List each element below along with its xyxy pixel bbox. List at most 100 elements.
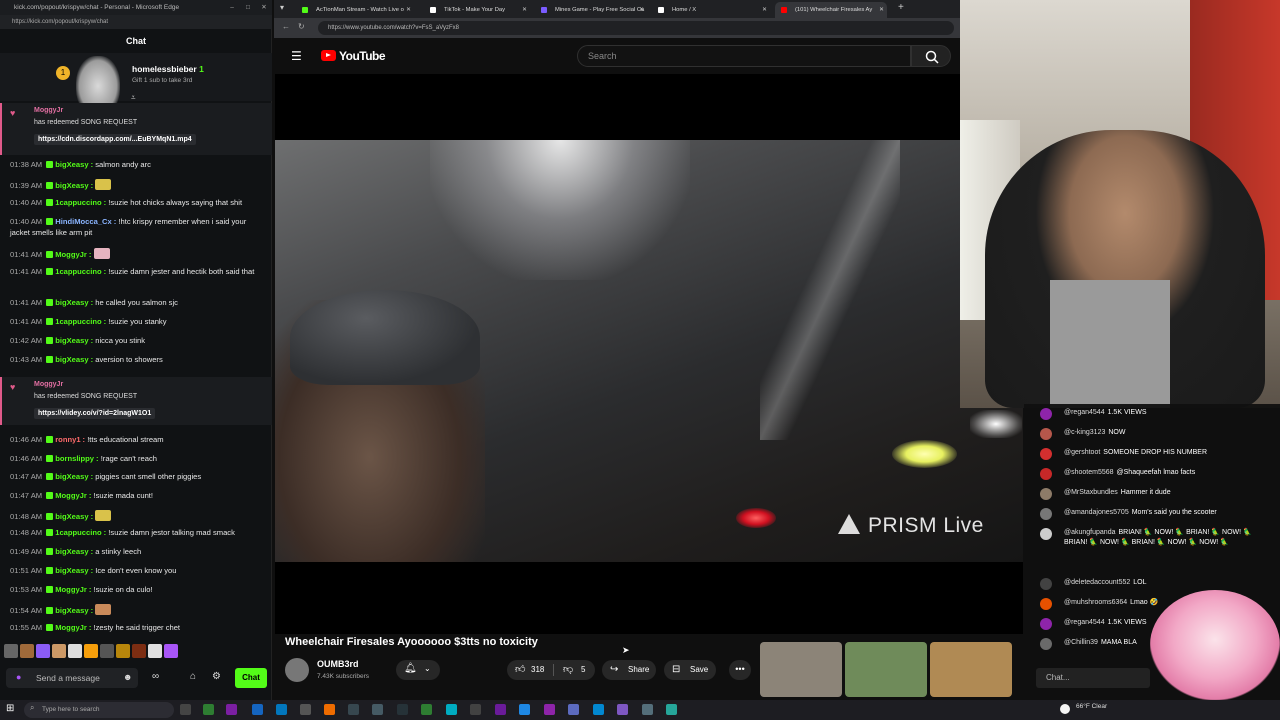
chat-send-button[interactable]: Chat bbox=[235, 668, 267, 688]
taskbar-app-icon[interactable] bbox=[642, 704, 653, 715]
message-username[interactable]: bigXeasy bbox=[55, 547, 88, 556]
youtube-logo-icon[interactable] bbox=[321, 50, 336, 61]
notification-bell-button[interactable]: 🔔︎ ⌄ bbox=[396, 660, 440, 680]
more-options-button[interactable]: ••• bbox=[729, 660, 751, 680]
yt-chat-username[interactable]: @akungfupanda bbox=[1064, 529, 1115, 536]
redeem-link[interactable]: https://cdn.discordapp.com/...EuBYMqN1.m… bbox=[34, 134, 196, 145]
taskbar-app-icon[interactable] bbox=[372, 704, 383, 715]
yt-chat-username[interactable]: @Chillin39 bbox=[1064, 639, 1098, 646]
taskbar-app-icon[interactable] bbox=[446, 704, 457, 715]
tab-close-icon[interactable]: ✕ bbox=[879, 2, 884, 18]
message-username[interactable]: 1cappuccino bbox=[55, 267, 101, 276]
emote-icon[interactable] bbox=[132, 644, 146, 658]
yt-chat-username[interactable]: @gershtoot bbox=[1064, 449, 1100, 456]
address-bar[interactable]: https://www.youtube.com/watch?v=FsS_aVyz… bbox=[318, 21, 954, 35]
message-username[interactable]: bigXeasy bbox=[55, 566, 88, 575]
close-icon[interactable]: ✕ bbox=[256, 0, 272, 15]
message-username[interactable]: 1cappuccino bbox=[55, 317, 101, 326]
taskbar-app-icon[interactable] bbox=[324, 704, 335, 715]
tab-close-icon[interactable]: ✕ bbox=[522, 2, 527, 18]
tab-close-icon[interactable]: ✕ bbox=[639, 2, 644, 18]
taskbar-search-input[interactable]: Type here to search bbox=[24, 702, 174, 718]
taskbar-app-icon[interactable] bbox=[300, 704, 311, 715]
browser-tab[interactable]: TikTok - Make Your Day ✕ bbox=[424, 2, 530, 18]
tab-menu-icon[interactable]: ▾ bbox=[280, 3, 284, 12]
message-username[interactable]: 1cappuccino bbox=[55, 198, 101, 207]
dislike-count[interactable]: 5 bbox=[581, 660, 585, 680]
message-username[interactable]: bigXeasy bbox=[55, 181, 88, 190]
taskbar-app-icon[interactable] bbox=[276, 704, 287, 715]
browser-tab[interactable]: Mines Game - Play Free Social Ca ✕ bbox=[535, 2, 647, 18]
like-count[interactable]: 318 bbox=[531, 660, 544, 680]
redeem-link[interactable]: https://vlidey.co/v/?id=2lnagW1O1 bbox=[34, 408, 156, 419]
message-username[interactable]: MoggyJr bbox=[55, 623, 87, 632]
youtube-search-input[interactable]: Search bbox=[577, 45, 911, 67]
youtube-search-button[interactable] bbox=[911, 45, 951, 67]
thumbs-down-icon[interactable]: 👎︎ bbox=[563, 660, 573, 680]
emote-icon[interactable] bbox=[36, 644, 50, 658]
taskbar-app-icon[interactable] bbox=[397, 704, 408, 715]
message-username[interactable]: MoggyJr bbox=[55, 585, 87, 594]
expand-icon[interactable]: ⩡ bbox=[131, 93, 136, 103]
taskbar-app-icon[interactable] bbox=[421, 704, 432, 715]
taskbar-app-icon[interactable] bbox=[348, 704, 359, 715]
emote-icon[interactable] bbox=[4, 644, 18, 658]
taskbar-weather[interactable]: 66°F Clear bbox=[1076, 703, 1107, 710]
message-username[interactable]: bornslippy bbox=[55, 454, 94, 463]
yt-chat-username[interactable]: @shootem5568 bbox=[1064, 469, 1114, 476]
yt-chat-username[interactable]: @regan4544 bbox=[1064, 409, 1105, 416]
taskbar-app-icon[interactable] bbox=[252, 704, 263, 715]
microphone-icon[interactable]: ● bbox=[16, 672, 21, 682]
browser-tab[interactable]: Home / X ✕ bbox=[652, 2, 770, 18]
emote-icon[interactable] bbox=[116, 644, 130, 658]
emote-icon[interactable] bbox=[84, 644, 98, 658]
browser-tab[interactable]: AcTionMan Stream - Watch Live o ✕ bbox=[296, 2, 414, 18]
recommended-thumbnail[interactable] bbox=[760, 642, 842, 697]
emote-icon[interactable] bbox=[68, 644, 82, 658]
channel-avatar[interactable] bbox=[285, 658, 309, 682]
new-tab-icon[interactable]: + bbox=[898, 2, 904, 13]
save-button[interactable]: ⊟ Save bbox=[664, 660, 716, 680]
message-username[interactable]: MoggyJr bbox=[55, 250, 87, 259]
taskbar-app-icon[interactable] bbox=[617, 704, 628, 715]
recommended-thumbnail[interactable] bbox=[930, 642, 1012, 697]
emote-icon[interactable] bbox=[52, 644, 66, 658]
message-username[interactable]: MoggyJr bbox=[55, 491, 87, 500]
taskbar-app-icon[interactable] bbox=[470, 704, 481, 715]
message-username[interactable]: bigXeasy bbox=[55, 355, 88, 364]
message-username[interactable]: bigXeasy bbox=[55, 472, 88, 481]
yt-chat-username[interactable]: @MrStaxbundles bbox=[1064, 489, 1118, 496]
yt-chat-username[interactable]: @deletedaccount552 bbox=[1064, 579, 1130, 586]
reload-icon[interactable]: ↻ bbox=[298, 22, 305, 31]
tab-close-icon[interactable]: ✕ bbox=[762, 2, 767, 18]
yt-chat-username[interactable]: @regan4544 bbox=[1064, 619, 1105, 626]
gift-icon[interactable]: ⌂ bbox=[190, 671, 196, 682]
emote-icon[interactable] bbox=[164, 644, 178, 658]
emote-icon[interactable] bbox=[148, 644, 162, 658]
yt-chat-username[interactable]: @amandajones5705 bbox=[1064, 509, 1129, 516]
emote-icon[interactable] bbox=[100, 644, 114, 658]
emote-icon[interactable] bbox=[20, 644, 34, 658]
taskbar-app-icon[interactable] bbox=[226, 704, 237, 715]
task-view-icon[interactable] bbox=[180, 704, 191, 715]
kick-url-bar[interactable]: https://kick.com/popout/krispyw/chat bbox=[0, 15, 272, 29]
send-message-input[interactable]: Send a message bbox=[6, 668, 138, 688]
message-username[interactable]: 1cappuccino bbox=[55, 528, 101, 537]
taskbar-app-icon[interactable] bbox=[568, 704, 579, 715]
youtube-chat-input[interactable]: Chat... bbox=[1036, 668, 1150, 688]
maximize-icon[interactable]: □ bbox=[240, 0, 256, 15]
youtube-logo-text[interactable]: YouTube bbox=[339, 49, 386, 63]
channel-name[interactable]: OUMB3rd bbox=[317, 659, 359, 669]
share-button[interactable]: ↪ Share bbox=[602, 660, 656, 680]
message-username[interactable]: bigXeasy bbox=[55, 606, 88, 615]
browser-tab[interactable]: (101) Wheelchair Firesales Ay ✕ bbox=[775, 2, 887, 18]
infinity-icon[interactable]: ∞ bbox=[152, 671, 159, 682]
back-icon[interactable]: ← bbox=[282, 22, 290, 31]
emoji-icon[interactable]: ☻ bbox=[123, 672, 132, 682]
message-username[interactable]: bigXeasy bbox=[55, 512, 88, 521]
message-username[interactable]: HindiMocca_Cx bbox=[55, 217, 112, 226]
yt-chat-username[interactable]: @muhshrooms6364 bbox=[1064, 599, 1127, 606]
taskbar-app-icon[interactable] bbox=[203, 704, 214, 715]
message-username[interactable]: bigXeasy bbox=[55, 298, 88, 307]
hamburger-menu-icon[interactable]: ☰ bbox=[291, 49, 302, 63]
